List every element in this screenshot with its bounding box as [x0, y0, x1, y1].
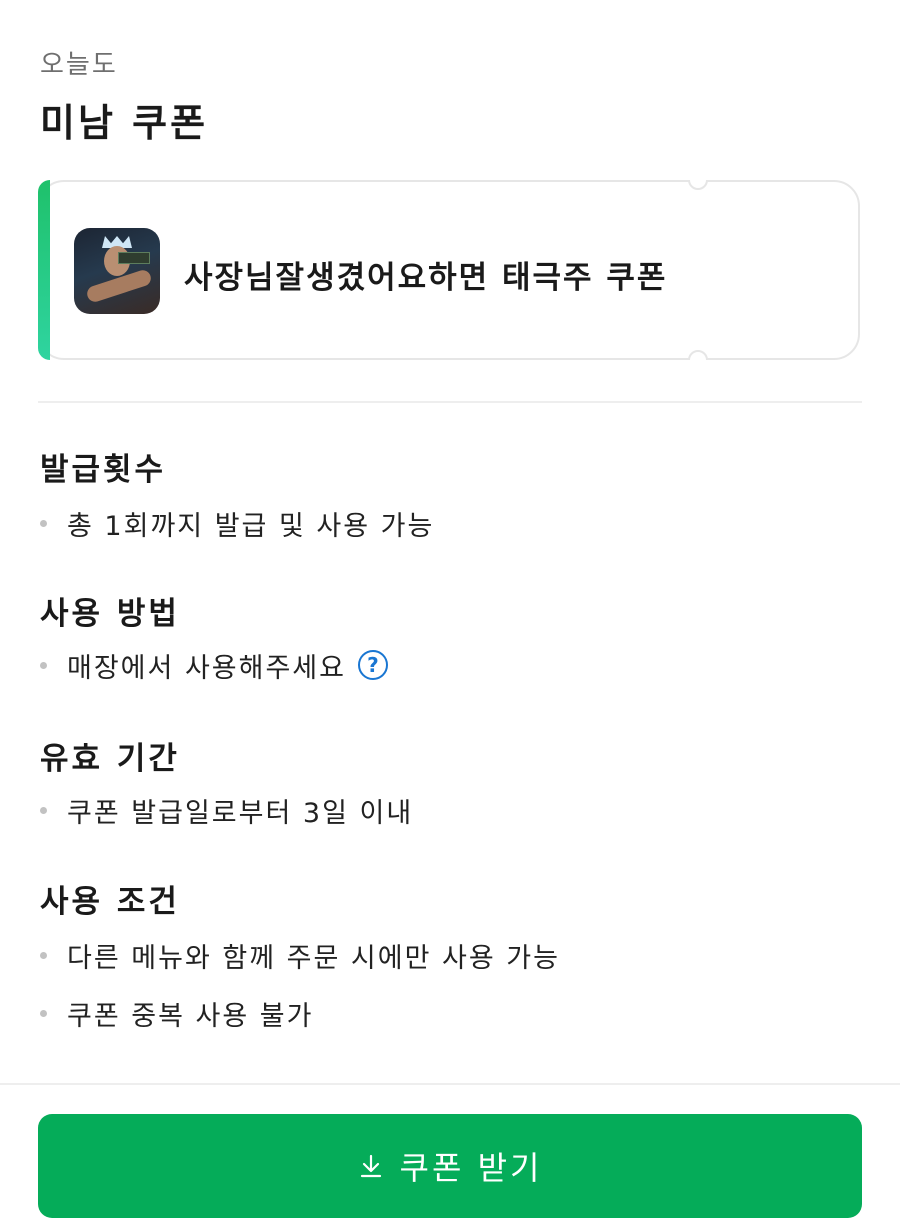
divider: [38, 401, 862, 403]
section-heading-issue-count: 발급횟수: [40, 452, 167, 488]
coupon-card[interactable]: 사장님잘생겼어요하면 태극주 쿠폰: [38, 180, 860, 360]
list-item: 쿠폰 중복 사용 불가: [40, 993, 313, 1033]
list-item: 총 1회까지 발급 및 사용 가능: [40, 503, 434, 543]
coupon-thumbnail: [74, 228, 160, 314]
footer-divider: [0, 1083, 900, 1085]
section-heading-usage-conditions: 사용 조건: [40, 884, 180, 920]
bullet-dot: [40, 519, 47, 527]
coupon-notch-top: [688, 180, 708, 190]
section-heading-usage-method: 사용 방법: [40, 596, 180, 632]
page-title: 미남 쿠폰: [40, 101, 209, 145]
coupon-name: 사장님잘생겼어요하면 태극주 쿠폰: [184, 260, 668, 296]
list-item-text: 다른 메뉴와 함께 주문 시에만 사용 가능: [67, 942, 560, 974]
coupon-accent-bar: [38, 180, 50, 360]
bullet-dot: [40, 806, 47, 814]
list-item: 매장에서 사용해주세요 ?: [40, 645, 388, 685]
get-coupon-button[interactable]: 쿠폰 받기: [38, 1114, 862, 1218]
question-circle-icon[interactable]: ?: [357, 650, 388, 680]
list-item: 다른 메뉴와 함께 주문 시에만 사용 가능: [40, 935, 560, 975]
bullet-dot: [40, 1009, 47, 1017]
download-icon: [360, 1154, 381, 1178]
list-item-text: 총 1회까지 발급 및 사용 가능: [67, 510, 435, 542]
list-item-text: 쿠폰 중복 사용 불가: [67, 1000, 314, 1032]
bullet-dot: [40, 661, 47, 669]
get-coupon-button-label: 쿠폰 받기: [399, 1149, 543, 1187]
page-subtitle: 오늘도: [40, 50, 118, 80]
coupon-notch-bottom: [688, 350, 708, 360]
section-heading-valid-period: 유효 기간: [40, 741, 180, 777]
bullet-dot: [40, 951, 47, 959]
list-item: 쿠폰 발급일로부터 3일 이내: [40, 790, 413, 830]
list-item-text: 쿠폰 발급일로부터 3일 이내: [67, 797, 414, 829]
list-item-text: 매장에서 사용해주세요: [67, 652, 346, 684]
